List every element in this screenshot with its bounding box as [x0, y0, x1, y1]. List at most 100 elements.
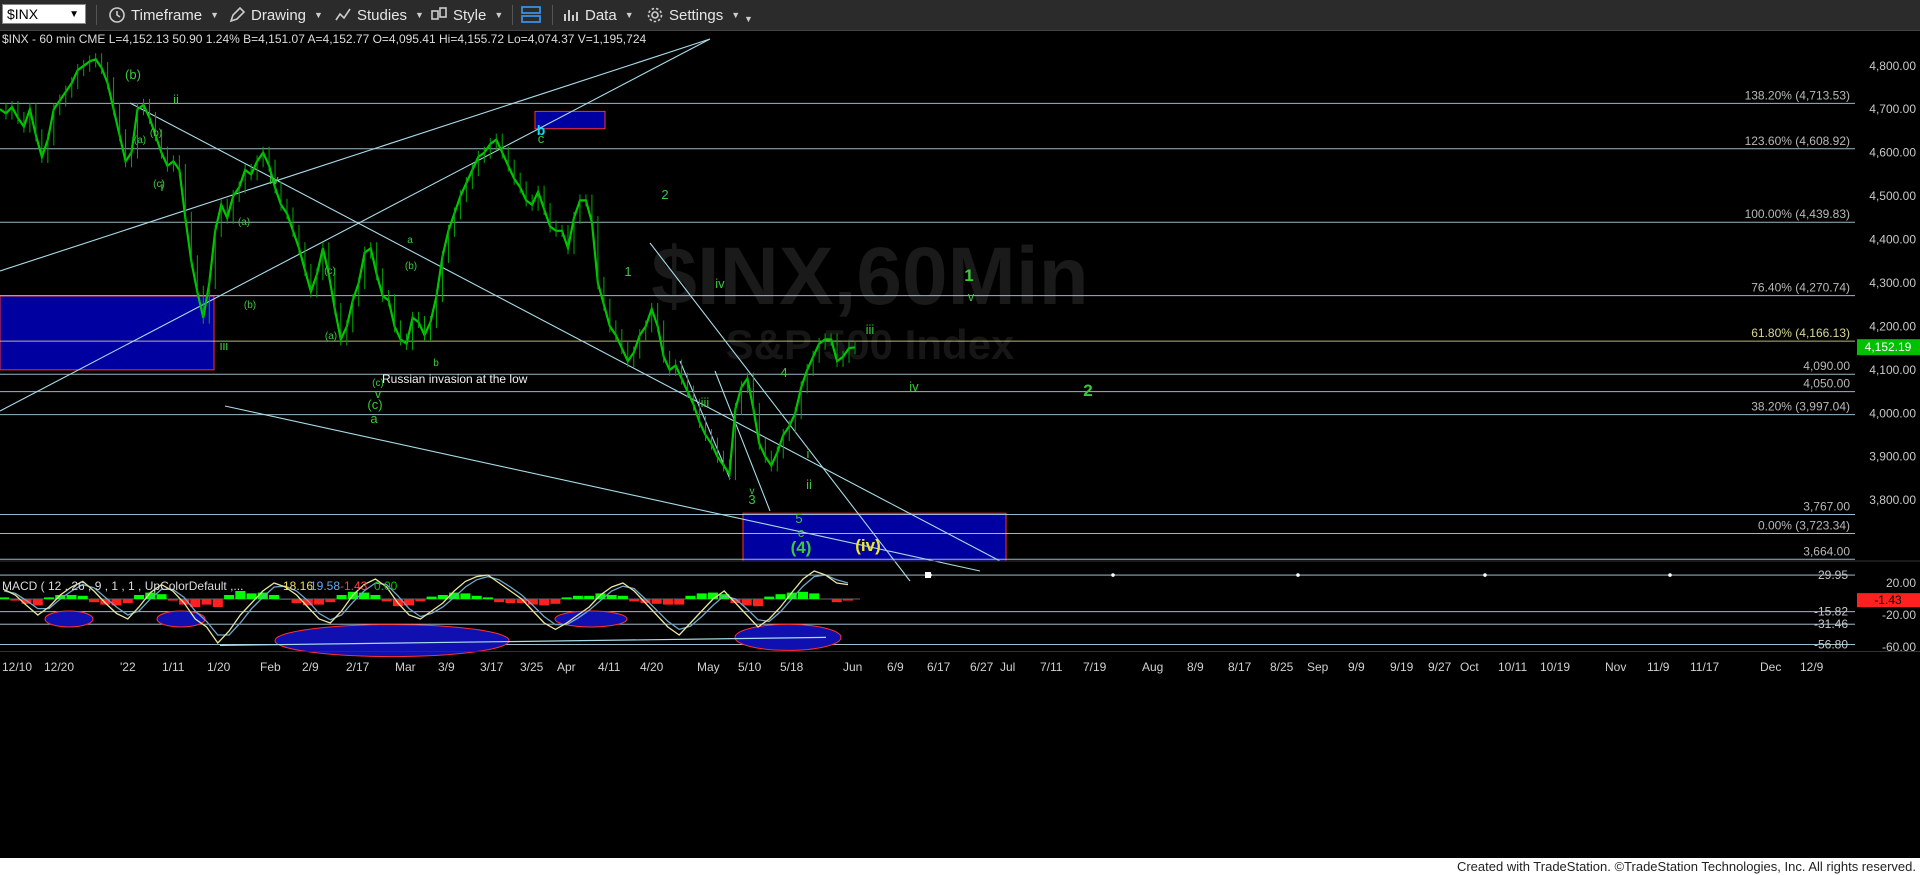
- time-tick-label: 12/9: [1800, 660, 1824, 674]
- time-tick-label: Jun: [843, 660, 862, 674]
- symbol-value: $INX: [7, 6, 39, 22]
- settings-button[interactable]: Settings ▼: [646, 4, 740, 26]
- macd-histogram-bar: [201, 599, 212, 605]
- wave-label: iii: [701, 395, 710, 410]
- wave-label: 4: [780, 365, 787, 380]
- time-tick-label: 7/19: [1083, 660, 1107, 674]
- macd-tick-label: 29.95: [1818, 568, 1848, 582]
- symbol-dropdown-icon[interactable]: ▼: [69, 9, 79, 20]
- time-tick-label: Aug: [1142, 660, 1163, 674]
- time-tick-label: 11/17: [1690, 660, 1719, 674]
- layout-icon: [521, 6, 541, 23]
- macd-histogram-bar: [426, 596, 437, 599]
- chart-background: [0, 31, 1920, 858]
- time-tick-label: Sep: [1307, 660, 1329, 674]
- symbol-input[interactable]: $INX ▼: [2, 4, 86, 24]
- time-tick-label: 2/9: [302, 660, 319, 674]
- time-tick-label: 8/9: [1187, 660, 1204, 674]
- macd-histogram-bar: [359, 592, 370, 599]
- macd-histogram-bar: [212, 599, 223, 607]
- wave-label: iii: [866, 322, 875, 337]
- wave-label: (b): [125, 67, 141, 82]
- macd-tick-label: -31.46: [1814, 617, 1848, 631]
- time-tick-label: 5/18: [780, 660, 804, 674]
- macd-histogram-bar: [44, 597, 55, 599]
- wave-label: i: [161, 179, 164, 194]
- macd-histogram-bar: [775, 594, 786, 599]
- drawing-button[interactable]: Drawing ▼: [228, 4, 323, 26]
- footer: Created with TradeStation. ©TradeStation…: [0, 858, 1920, 875]
- data-button[interactable]: Data ▼: [562, 4, 634, 26]
- wave-label: iii: [220, 338, 229, 353]
- wave-label: 1: [964, 266, 973, 285]
- time-tick-label: 10/19: [1540, 660, 1570, 674]
- time-tick-label: Dec: [1760, 660, 1781, 674]
- time-tick-label: 10/11: [1498, 660, 1527, 674]
- fib-level-label: 123.60% (4,608.92): [1745, 134, 1850, 148]
- wave-label: iv: [715, 276, 725, 291]
- macd-histogram-bar: [539, 599, 550, 606]
- time-tick-label: 6/9: [887, 660, 904, 674]
- price-tick-label: 4,300.00: [1869, 276, 1916, 290]
- fib-level-label: 0.00% (3,723.34): [1758, 518, 1850, 532]
- wave-label: (iv): [855, 536, 881, 555]
- time-tick-label: 3/25: [520, 660, 544, 674]
- layout-button[interactable]: [520, 4, 547, 26]
- price-tick-label: 4,800.00: [1869, 59, 1916, 73]
- settings-label: Settings: [669, 6, 724, 24]
- style-label: Style: [453, 6, 487, 24]
- macd-histogram-bar: [336, 595, 347, 599]
- macd-legend: MACD ( 12 , 26 , 9 , 1 , 1 , UpColorDefa…: [2, 579, 398, 593]
- macd-histogram-bar: [280, 599, 291, 600]
- time-tick-label: 3/9: [438, 660, 455, 674]
- macd-histogram-bar: [505, 599, 516, 603]
- macd-histogram-bar: [494, 599, 505, 603]
- time-tick-label: 7/11: [1040, 660, 1063, 674]
- fib-level-label: 100.00% (4,439.83): [1745, 207, 1850, 221]
- macd-legend-value: 18.16: [283, 579, 313, 593]
- wave-label: iv: [269, 172, 279, 187]
- macd-histogram-bar: [606, 595, 617, 599]
- time-tick-label: 8/25: [1270, 660, 1294, 674]
- time-tick-label: Nov: [1605, 660, 1626, 674]
- wave-label: Russian invasion at the low: [382, 372, 528, 386]
- price-chart[interactable]: $INX,60Min S&P 500 Index 161.80% (4,882.…: [0, 31, 1920, 858]
- macd-legend-value: -1.43: [340, 579, 368, 593]
- studies-button[interactable]: Studies ▼: [334, 4, 424, 26]
- price-tick-label: 4,000.00: [1869, 406, 1916, 420]
- support-box: [0, 295, 215, 371]
- wave-label: (c): [324, 266, 336, 277]
- toolbar-overflow-icon[interactable]: ▼: [744, 8, 753, 30]
- macd-histogram-bar: [246, 593, 257, 599]
- fib-level-label: 38.20% (3,997.04): [1751, 400, 1850, 414]
- time-tick-label: 9/19: [1390, 660, 1414, 674]
- fib-level-label: 138.20% (4,713.53): [1745, 88, 1850, 102]
- wave-label: (b): [405, 261, 417, 272]
- macd-histogram-bar: [415, 599, 426, 602]
- time-tick-label: 3/17: [480, 660, 504, 674]
- wave-label: (a): [238, 217, 250, 228]
- style-button[interactable]: Style ▼: [430, 4, 503, 26]
- timeframe-caret-icon: ▼: [210, 10, 220, 20]
- wave-label: 1: [624, 264, 631, 279]
- macd-marker: [1483, 573, 1487, 577]
- quote-header: $INX - 60 min CME L=4,152.13 50.90 1.24%…: [2, 32, 646, 46]
- macd-histogram-bar: [843, 599, 853, 601]
- macd-histogram-bar: [482, 597, 493, 599]
- macd-histogram-bar: [764, 596, 775, 599]
- current-price-label: 4,152.19: [1865, 340, 1912, 354]
- macd-histogram-bar: [809, 593, 820, 599]
- time-tick-label: Jul: [1000, 660, 1015, 674]
- macd-histogram-bar: [662, 599, 673, 605]
- macd-legend-value: 0.00: [374, 579, 398, 593]
- macd-marker: [1296, 573, 1300, 577]
- style-icon: [431, 7, 447, 20]
- wave-label: ii: [806, 477, 812, 492]
- wave-label: v: [968, 289, 975, 304]
- time-tick-label: 9/9: [1348, 660, 1365, 674]
- macd-histogram-bar: [314, 599, 325, 605]
- studies-icon: [335, 8, 351, 21]
- macd-histogram-bar: [370, 595, 381, 599]
- timeframe-button[interactable]: Timeframe ▼: [108, 4, 219, 26]
- macd-histogram-bar: [325, 599, 336, 603]
